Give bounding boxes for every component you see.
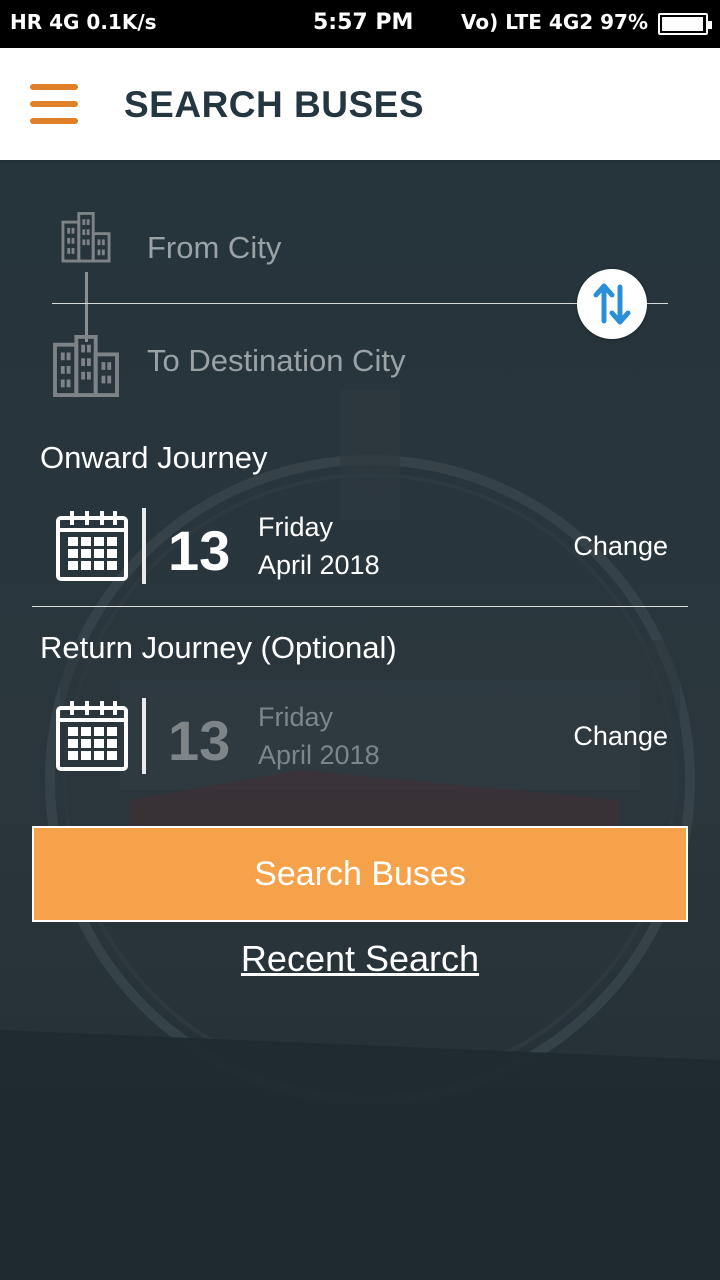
route-connector [85, 272, 88, 342]
divider [32, 606, 688, 607]
hamburger-menu-icon[interactable] [30, 82, 78, 126]
onward-journey-label: Onward Journey [40, 440, 268, 475]
onward-change-link[interactable]: Change [573, 531, 668, 562]
status-bar: HR 4G 0.1K/s 5:57 PM Vo) LTE 4G2 97% [0, 0, 720, 48]
return-change-link[interactable]: Change [573, 721, 668, 752]
swap-vertical-icon [593, 283, 631, 325]
date-divider [142, 698, 146, 774]
recent-search-link[interactable]: Recent Search [0, 938, 720, 980]
return-day: 13 [168, 709, 231, 772]
to-city-input[interactable]: To Destination City [147, 343, 405, 379]
calendar-icon[interactable] [55, 510, 129, 582]
onward-month-year: April 2018 [258, 550, 380, 580]
onward-weekday: Friday [258, 512, 334, 542]
clock: 5:57 PM [313, 10, 414, 35]
return-month-year: April 2018 [258, 740, 380, 770]
page-title: SEARCH BUSES [124, 84, 424, 125]
divider [52, 303, 668, 304]
return-journey-label: Return Journey (Optional) [40, 630, 397, 665]
from-city-input[interactable]: From City [147, 230, 281, 266]
building-icon [61, 212, 111, 263]
search-buses-button[interactable]: Search Buses [32, 826, 688, 922]
search-form: From City To Destination City Onward Jou… [0, 160, 720, 1280]
date-divider [142, 508, 146, 584]
calendar-icon[interactable] [55, 700, 129, 772]
connectivity-status: Vo) LTE 4G2 97% [460, 10, 648, 34]
battery-icon [658, 13, 712, 35]
network-status: HR 4G 0.1K/s [10, 10, 157, 34]
swap-cities-button[interactable] [577, 269, 647, 339]
return-weekday: Friday [258, 702, 334, 732]
onward-day: 13 [168, 519, 231, 582]
app-bar: SEARCH BUSES [0, 48, 720, 160]
building-icon [53, 335, 119, 397]
